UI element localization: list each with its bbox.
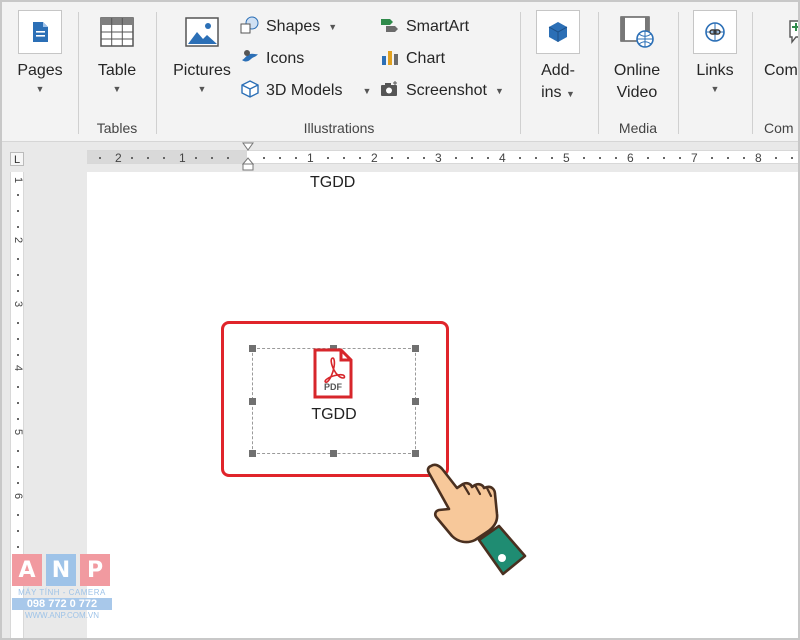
ruler-number: 3 [12,300,24,308]
links-button[interactable]: Links ▼ [690,10,740,94]
pdf-icon-text: PDF [324,382,343,392]
screenshot-label: Screenshot [406,82,487,99]
separator [520,12,521,134]
pdf-file-icon[interactable]: PDF [312,348,354,400]
tables-group-label: Tables [96,120,138,136]
3d-models-button[interactable]: 3D Models ▼ [240,78,371,104]
picture-icon [180,10,224,54]
ruler-number: 4 [12,364,24,372]
chevron-down-icon: ▼ [362,86,372,96]
chart-button[interactable]: Chart [380,46,445,72]
table-label: Table [97,62,137,79]
add-ins-label: Add-ins ▼ [541,62,575,101]
ruler-number: 6 [627,151,634,165]
pictures-button[interactable]: Pictures ▼ [170,10,234,94]
ruler-number: 1 [12,176,24,184]
resize-handle[interactable] [330,450,337,457]
screenshot-button[interactable]: Screenshot ▼ [380,78,504,104]
smartart-button[interactable]: SmartArt [380,14,469,40]
ruler-number: 2 [12,236,24,244]
ruler-number: 3 [435,151,442,165]
indent-marker-icon[interactable] [242,142,254,172]
comments-group-label: Com [764,120,794,136]
chevron-down-icon: ▼ [35,84,45,94]
ruler-number: 1 [307,151,314,165]
resize-handle[interactable] [249,398,256,405]
document-text[interactable]: TGDD [310,174,355,192]
pointing-hand-icon [426,463,527,576]
ruler-margin-area [87,151,247,163]
comment-icon [772,10,798,54]
pictures-label: Pictures [173,62,231,79]
add-ins-button[interactable]: Add-ins ▼ [532,10,584,105]
ruler-number: 5 [12,428,24,436]
resize-handle[interactable] [249,450,256,457]
icons-button[interactable]: Icons [240,46,304,72]
add-ins-icon [536,10,580,54]
separator [156,12,157,134]
ruler-track: 2 1 1 2 3 4 5 6 7 8 [87,150,798,165]
table-button[interactable]: Table ▼ [90,10,144,94]
shapes-button[interactable]: Shapes ▼ [240,14,337,40]
separator [598,12,599,134]
ruler-number: 2 [371,151,378,165]
ruler-number: 8 [755,151,762,165]
link-icon [693,10,737,54]
cube-icon [240,79,260,103]
smartart-label: SmartArt [406,18,470,35]
comment-button[interactable]: Com [764,10,798,82]
ruler-number: 1 [179,151,186,165]
chevron-down-icon: ▼ [112,84,122,94]
watermark-url: WWW.ANP.COM.VN [24,611,100,620]
separator [752,12,753,134]
horizontal-ruler[interactable]: 2 1 1 2 3 4 5 6 7 8 [2,142,798,172]
separator [678,12,679,134]
online-video-label: Online Video [613,62,661,101]
pages-icon [18,10,62,54]
resize-handle[interactable] [412,345,419,352]
chevron-down-icon: ▼ [328,22,338,32]
ruler-number: 2 [115,151,122,165]
resize-handle[interactable] [412,398,419,405]
media-group-label: Media [618,120,658,136]
chevron-down-icon: ▼ [197,84,207,94]
links-label: Links [696,62,734,79]
table-icon [95,10,139,54]
ruler-number: 4 [499,151,506,165]
watermark-letter: A [12,554,42,586]
object-label: TGDD [311,406,357,423]
3d-models-label: 3D Models [266,82,343,99]
pages-label: Pages [17,62,63,79]
watermark-letter: P [80,554,110,586]
pages-button[interactable]: Pages ▼ [14,10,66,94]
icons-label: Icons [266,50,305,67]
illustrations-group-label: Illustrations [303,120,375,136]
smartart-icon [380,16,400,39]
ribbon: Pages ▼ Table ▼ Tables Pictures ▼ Shapes… [2,2,798,142]
chevron-down-icon: ▼ [710,84,720,94]
tab-selector[interactable]: L [10,152,24,166]
chevron-down-icon: ▼ [494,86,504,96]
resize-handle[interactable] [249,345,256,352]
watermark-letter: N [46,554,76,586]
comment-label: Com [764,62,798,79]
camera-icon [380,80,400,103]
ruler-number: 6 [12,492,24,500]
separator [78,12,79,134]
ruler-number: 5 [563,151,570,165]
shapes-icon [240,16,260,39]
anp-watermark-logo: A N P MÁY TÍNH - CAMERA 098 772 0 772 WW… [12,554,112,634]
chart-icon [380,48,400,71]
resize-handle[interactable] [412,450,419,457]
watermark-phone: 098 772 0 772 [12,598,112,610]
icons-icon [240,48,260,71]
screenshot-frame: Pages ▼ Table ▼ Tables Pictures ▼ Shapes… [0,0,800,640]
online-video-icon [615,10,659,54]
online-video-button[interactable]: Online Video [606,10,668,104]
chart-label: Chart [406,50,446,67]
ruler-number: 7 [691,151,698,165]
watermark-subtitle: MÁY TÍNH - CAMERA [18,588,106,597]
shapes-label: Shapes [266,18,321,35]
